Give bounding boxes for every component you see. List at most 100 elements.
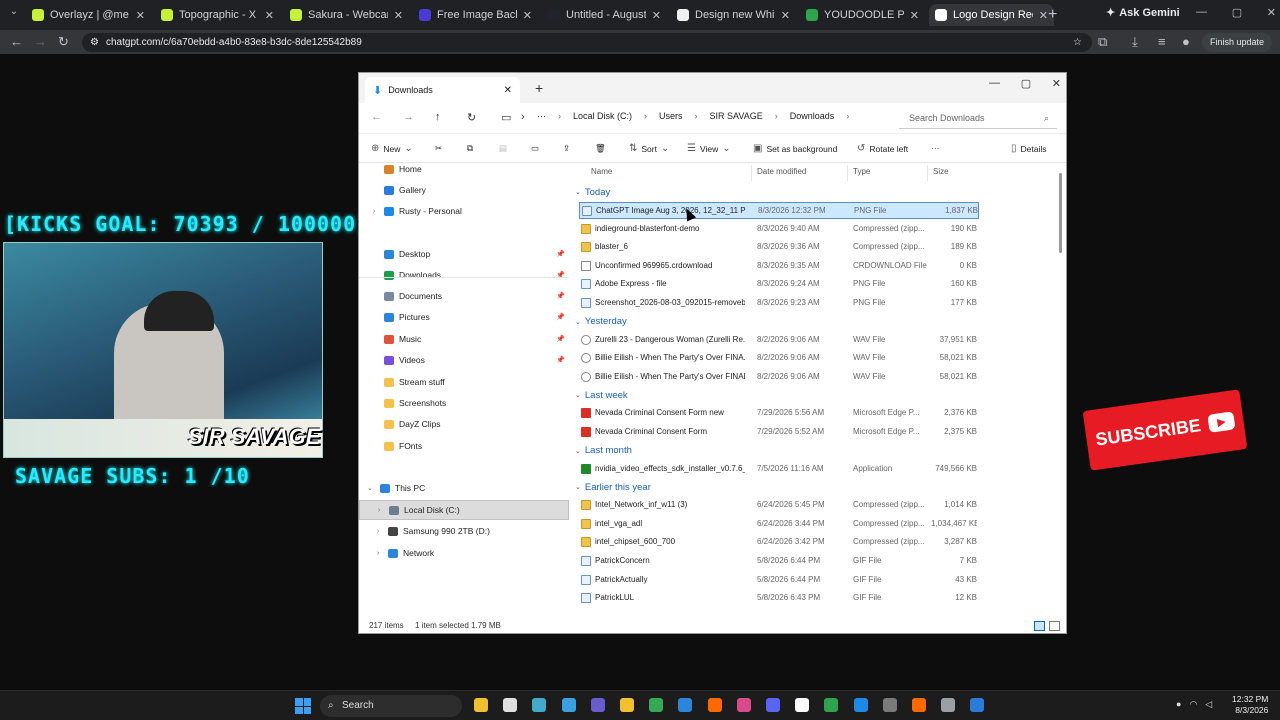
forward-icon[interactable]: → [403,111,414,123]
downloads-icon[interactable]: ⤓ [1132,34,1138,50]
group-header[interactable]: ⌄ Earlier this year [575,480,651,494]
view-button[interactable]: ☰ View ⌄ [687,143,731,154]
wifi-icon[interactable]: ◠ [1189,699,1197,710]
delete-icon[interactable]: 🗑 [595,143,606,154]
refresh-icon[interactable]: ↻ [467,111,476,124]
explorer-tab[interactable]: ⬇ Downloads ✕ [365,77,520,103]
taskbar-app-icon[interactable] [707,698,722,712]
close-icon[interactable]: ✕ [1267,6,1276,19]
search-input[interactable]: Search Downloads ⌕ [899,107,1057,129]
browser-tab[interactable]: Sakura - Webcam Ove ✕ [284,4,409,26]
browser-tab[interactable]: Overlayz | @me ✕ [26,4,151,26]
minimize-icon[interactable]: — [989,77,1000,90]
paste-icon[interactable]: ▤ [499,143,507,154]
taskbar-app-icon[interactable] [824,698,839,712]
see-more-button[interactable]: ··· [931,143,940,153]
chevron-right-icon[interactable]: › [846,111,849,121]
monitor-icon[interactable]: ▭ [501,111,511,124]
nav-item-pictures[interactable]: Pictures 📌 [359,307,569,327]
chevron-icon[interactable]: › [374,507,384,514]
taskbar-app-icon[interactable] [970,698,985,712]
reload-icon[interactable]: ↻ [58,34,69,50]
maximize-icon[interactable]: ▢ [1021,77,1031,90]
rename-icon[interactable]: ▭ [531,143,539,154]
column-header-date[interactable]: Date modified [757,167,806,176]
close-tab-icon[interactable]: ✕ [504,85,512,96]
file-row[interactable]: PatrickConcern 5/8/2026 6:44 PM GIF File 7 … [579,553,979,570]
taskbar-app-icon[interactable] [590,698,605,712]
rotate-left-button[interactable]: ↺ Rotate left [857,143,908,154]
breadcrumb-users[interactable]: Users [659,111,683,121]
address-bar[interactable]: ⚙ chatgpt.com/c/6a70ebdd-a4b0-83e8-b3dc-… [82,33,1092,52]
sort-button[interactable]: ⇅ Sort ⌄ [629,143,669,154]
chevron-icon[interactable]: ⌄ [365,484,375,492]
forward-icon[interactable]: → [34,34,47,49]
nav-item-screenshots[interactable]: Screenshots [359,393,569,413]
new-button[interactable]: ⊕ New ⌄ [371,143,413,154]
extensions-icon[interactable]: ⧉ [1098,34,1107,50]
taskbar-app-icon[interactable] [474,698,488,712]
close-tab-icon[interactable]: ✕ [652,9,661,22]
file-row[interactable]: Unconfirmed 969965.crdownload 8/3/2026 9:… [579,258,979,275]
taskbar-app-icon[interactable] [766,698,780,712]
taskbar-app-icon[interactable] [678,698,693,712]
back-icon[interactable]: ← [371,111,382,123]
breadcrumb-downloads[interactable]: Downloads [790,111,835,121]
nav-item-dayz-clips[interactable]: DayZ Clips [359,414,569,434]
tab-search-icon[interactable]: ⌄ [6,6,22,22]
taskbar-app-icon[interactable] [503,698,518,712]
back-icon[interactable]: ← [10,34,23,49]
breadcrumb-user[interactable]: SIR SAVAGE [710,111,763,121]
column-header-size[interactable]: Size [933,167,949,176]
taskbar-search[interactable]: ⌕ Search [320,695,462,717]
taskbar-app-icon[interactable] [882,698,897,712]
minimize-icon[interactable]: — [1196,6,1207,19]
site-info-icon[interactable]: ⚙ [90,33,99,52]
nav-item-gallery[interactable]: Gallery [359,180,569,200]
file-row[interactable]: Nevada Criminal Consent Form 7/29/2026 5:… [579,424,979,441]
nav-item-downloads[interactable]: Downloads 📌 [359,265,569,285]
taskbar-app-icon[interactable] [532,698,547,712]
taskbar-app-icon[interactable] [912,698,926,712]
column-header-type[interactable]: Type [853,167,870,176]
close-tab-icon[interactable]: ✕ [1039,9,1048,22]
group-header[interactable]: ⌄ Last week [575,388,628,402]
browser-tab[interactable]: Untitled - August 03, ✕ [542,4,667,26]
taskbar-app-icon[interactable] [561,698,576,712]
nav-item-fonts[interactable]: FOnts [359,436,569,456]
windows-start-icon[interactable] [295,698,311,714]
profile-avatar[interactable]: ● [1182,34,1190,49]
file-row[interactable]: ChatGPT Image Aug 3, 2026, 12_32_11 PM 8/… [579,202,979,219]
file-row[interactable]: intel_chipset_600_700 6/24/2026 3:42 PM Co… [579,534,979,551]
file-row[interactable]: Billie Eilish - When The Party's Over FI… [579,350,979,367]
taskbar-clock[interactable]: 12:32 PM 8/3/2026 [1232,694,1268,716]
up-icon[interactable]: ↑ [435,111,441,123]
browser-tab[interactable]: Topographic - X Head ✕ [155,4,280,26]
details-view-icon[interactable] [1034,621,1045,631]
taskbar-app-icon[interactable] [620,698,634,712]
volume-icon[interactable]: ◁ [1205,699,1212,710]
microphone-icon[interactable]: ● [1176,699,1181,710]
column-divider[interactable] [751,165,752,181]
browser-tab[interactable]: Logo Design Request ✕ [929,4,1054,26]
group-header[interactable]: ⌄ Today [575,185,610,199]
copy-icon[interactable]: ⧉ [467,143,473,154]
file-row[interactable]: Billie Eilish - When The Party's Over FI… [579,369,979,386]
column-header-name[interactable]: Name [591,167,612,176]
taskbar-app-icon[interactable] [649,698,664,712]
file-row[interactable]: Screenshot_2026-08-03_092015-removeb... 8… [579,295,979,312]
chevron-icon[interactable]: › [373,550,383,557]
browser-tab[interactable]: Free Image Backgroun ✕ [413,4,538,26]
nav-item-music[interactable]: Music 📌 [359,329,569,349]
file-row[interactable]: nvidia_video_effects_sdk_installer_v0.7.… [579,461,979,478]
ask-gemini-button[interactable]: ✦ Ask Gemini [1106,6,1180,20]
nav-item-samsung-990-2tb-d[interactable]: › Samsung 990 2TB (D:) [359,521,569,541]
more-locations-icon[interactable]: ··· [537,111,546,121]
nav-item-documents[interactable]: Documents 📌 [359,286,569,306]
chevron-icon[interactable]: › [373,528,383,535]
taskbar-app-icon[interactable] [941,698,956,712]
file-row[interactable]: Zurelli 23 - Dangerous Woman (Zurelli Re… [579,332,979,349]
close-tab-icon[interactable]: ✕ [910,9,919,22]
new-tab-button[interactable]: + [1048,6,1057,24]
file-row[interactable]: Intel_Network_inf_w11 (3) 6/24/2026 5:45 … [579,497,979,514]
